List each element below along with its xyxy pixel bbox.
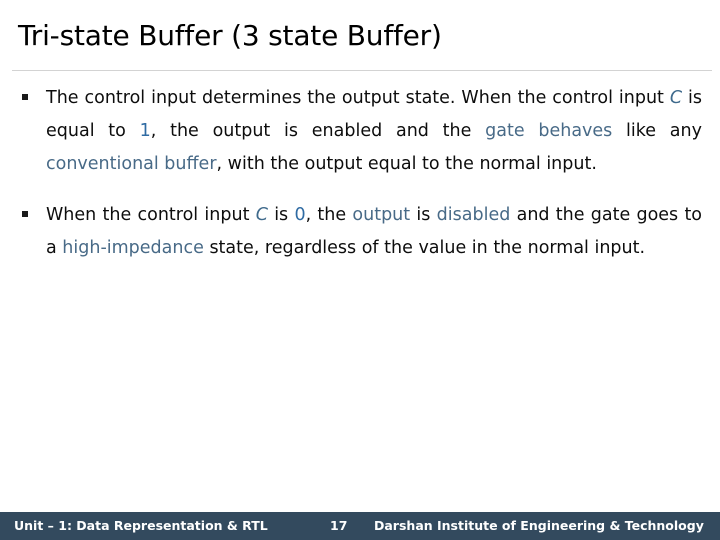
footer-unit-label: Unit – 1: Data Representation & RTL xyxy=(14,518,268,533)
page-title: Tri-state Buffer (3 state Buffer) xyxy=(18,19,442,52)
square-bullet-icon xyxy=(18,199,46,232)
square-bullet-icon xyxy=(18,82,46,115)
title-divider xyxy=(12,70,712,71)
footer-institute-name: Darshan Institute of Engineering & Techn… xyxy=(374,518,704,533)
slide-footer: Unit – 1: Data Representation & RTL 17 D… xyxy=(0,512,720,540)
bullet-paragraph-2: When the control input C is 0, the outpu… xyxy=(46,205,703,258)
slide-canvas: Tri-state Buffer (3 state Buffer) The co… xyxy=(0,0,720,540)
list-item: The control input determines the output … xyxy=(18,82,702,181)
list-item: When the control input C is 0, the outpu… xyxy=(18,199,702,265)
bullet-paragraph-1: The control input determines the output … xyxy=(46,88,702,174)
footer-page-number: 17 xyxy=(330,518,348,533)
slide-body: The control input determines the output … xyxy=(18,82,702,492)
